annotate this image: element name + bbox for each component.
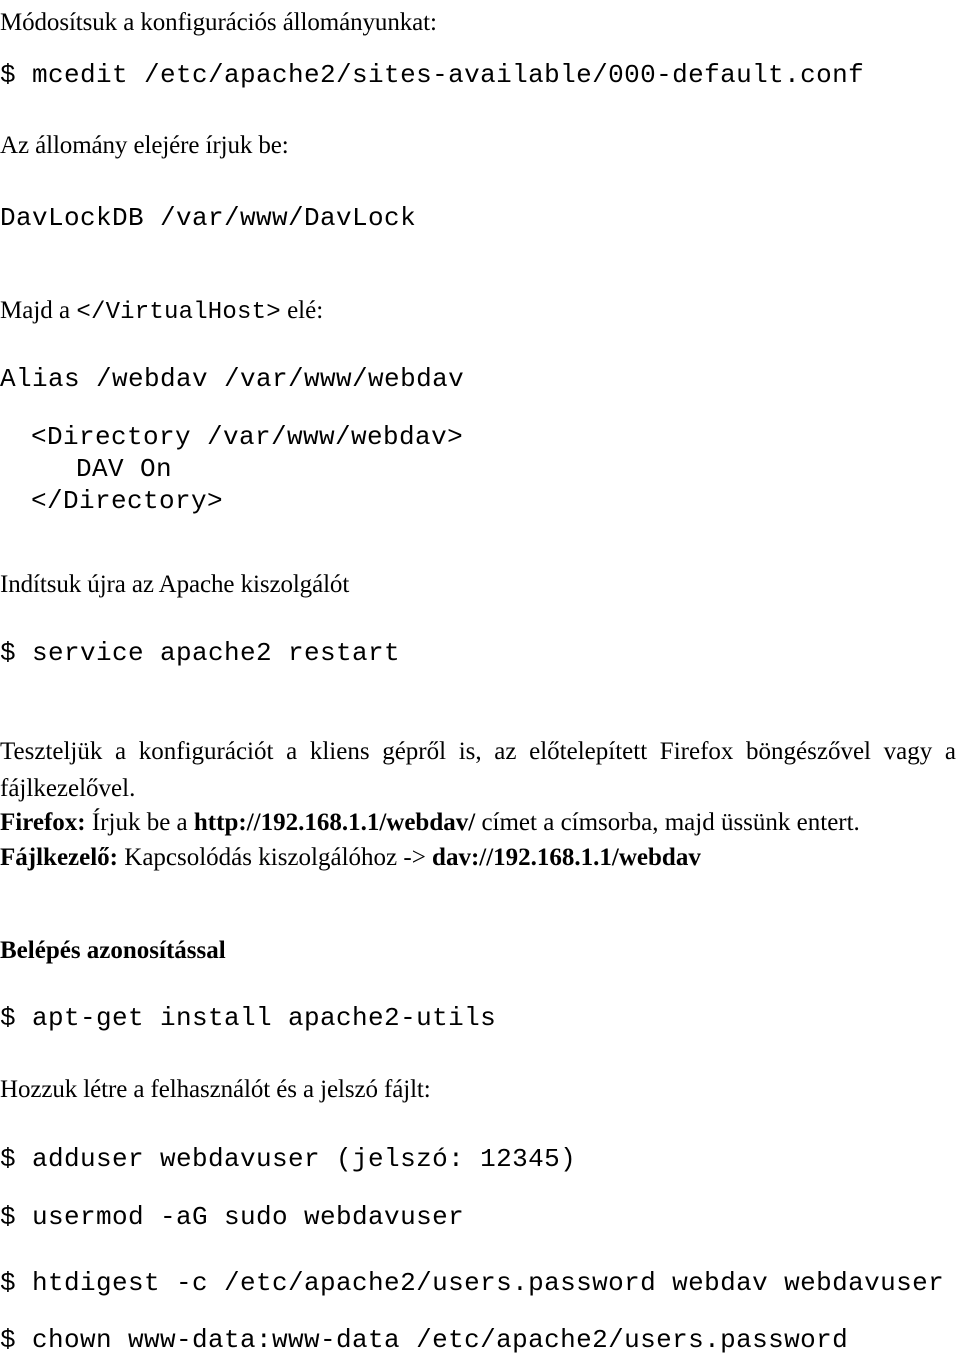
auth-heading: Belépés azonosítással: [0, 937, 226, 964]
firefox-text-2: címet a címsorba, majd üssünk entert.: [475, 809, 860, 836]
file-start-heading: Az állomány elejére írjuk be:: [0, 132, 289, 159]
filemanager-instruction: Fájlkezelő: Kapcsolódás kiszolgálóhoz ->…: [0, 845, 701, 870]
command-usermod: $ usermod -aG sudo webdavuser: [0, 1202, 465, 1232]
test-paragraph: Teszteljük a konfigurációt a kliens gépr…: [0, 738, 956, 802]
command-adduser: $ adduser webdavuser (jelszó: 12345): [0, 1144, 577, 1174]
intro-heading: Módosítsuk a konfigurációs állományunkat…: [0, 9, 437, 36]
config-directory-open: <Directory /var/www/webdav>: [31, 422, 464, 452]
firefox-url: http://192.168.1.1/webdav/: [193, 809, 476, 836]
firefox-text-1: Írjuk be a: [85, 809, 194, 836]
command-chown: $ chown www-data:www-data /etc/apache2/u…: [0, 1325, 849, 1355]
before-virtualhost-suffix: elé:: [280, 297, 324, 324]
config-davlockdb: DavLockDB /var/www/DavLock: [0, 203, 417, 233]
firefox-instruction: Firefox: Írjuk be a http://192.168.1.1/w…: [0, 810, 860, 835]
filemanager-label: Fájlkezelő:: [0, 844, 119, 871]
restart-heading: Indítsuk újra az Apache kiszolgálót: [0, 571, 350, 598]
before-virtualhost-heading: Majd a </VirtualHost> elé:: [0, 298, 323, 325]
before-virtualhost-prefix: Majd a: [0, 297, 77, 324]
before-virtualhost-code: </VirtualHost>: [76, 299, 281, 326]
firefox-label: Firefox:: [0, 809, 86, 836]
filemanager-text-1: Kapcsolódás kiszolgálóhoz ->: [118, 844, 433, 871]
command-htdigest: $ htdigest -c /etc/apache2/users.passwor…: [0, 1268, 945, 1298]
command-service-restart: $ service apache2 restart: [0, 638, 401, 668]
document-page: Módosítsuk a konfigurációs állományunkat…: [0, 0, 960, 1355]
filemanager-url: dav://192.168.1.1/webdav: [432, 844, 701, 871]
config-directory-close: </Directory>: [31, 486, 224, 516]
command-apt-get-install: $ apt-get install apache2-utils: [0, 1003, 497, 1033]
config-alias: Alias /webdav /var/www/webdav: [0, 364, 465, 394]
config-dav-on: DAV On: [76, 454, 173, 484]
create-user-heading: Hozzuk létre a felhasználót és a jelszó …: [0, 1076, 431, 1103]
command-mcedit: $ mcedit /etc/apache2/sites-available/00…: [0, 60, 865, 90]
